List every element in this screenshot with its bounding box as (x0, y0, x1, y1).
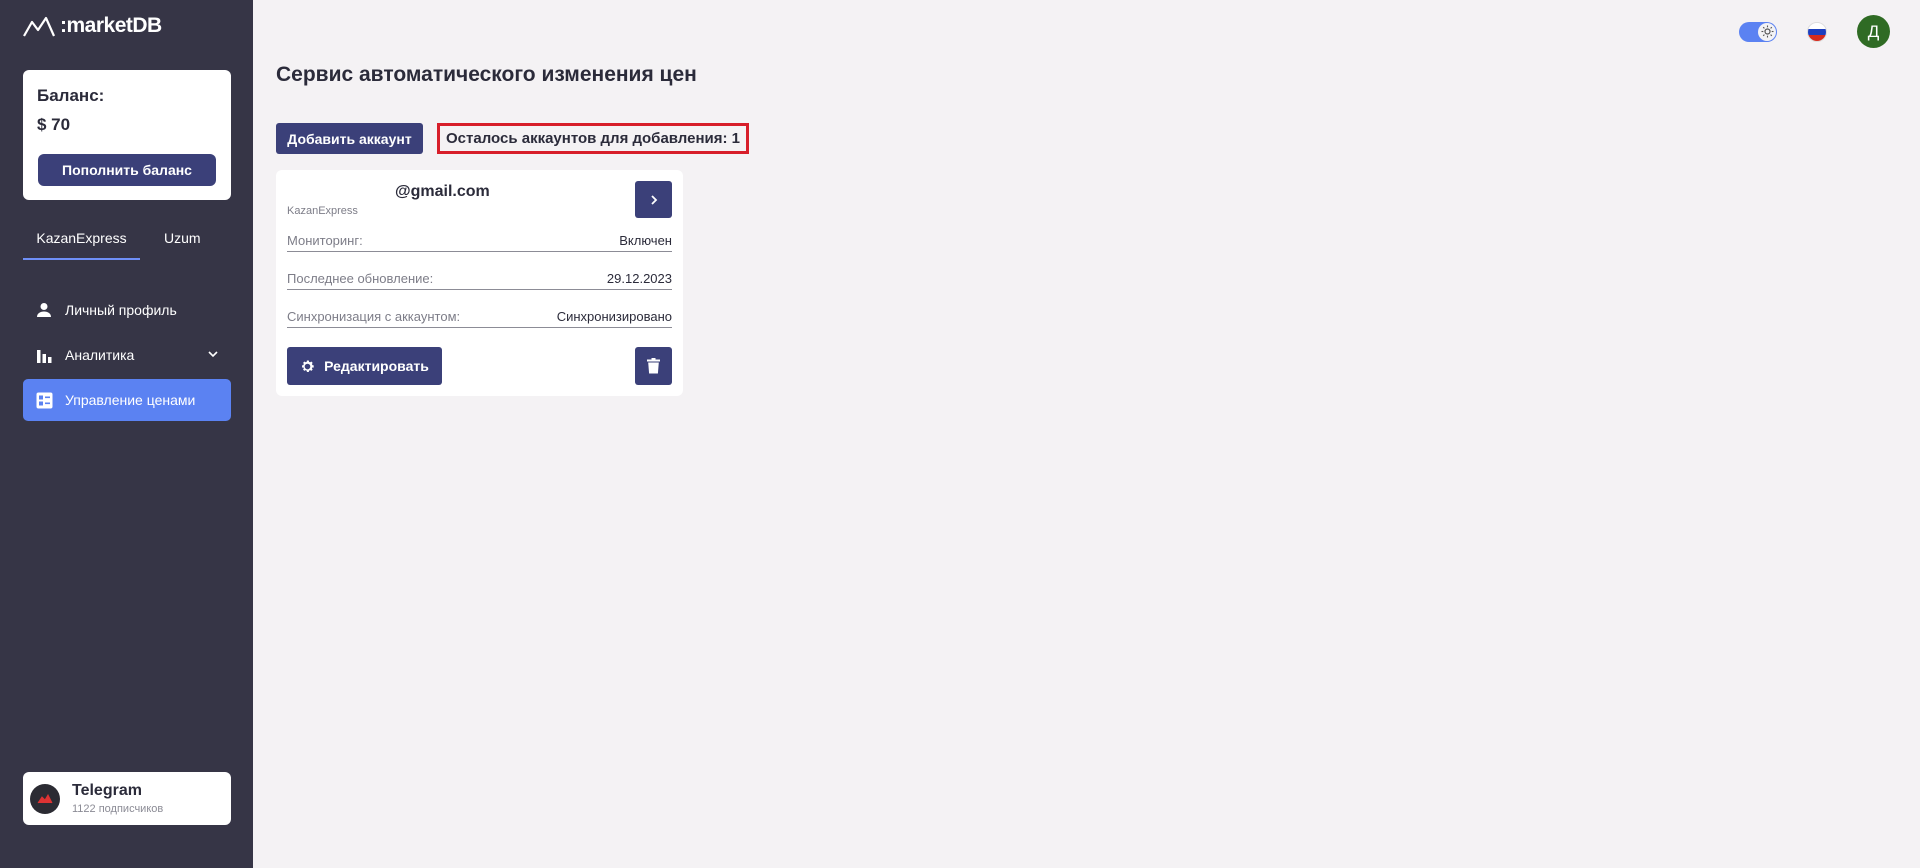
logo-text: :marketDB (60, 14, 162, 37)
remaining-accounts-notice: Осталось аккаунтов для добавления: 1 (437, 123, 750, 154)
telegram-subscribers: 1122 подписчиков (72, 803, 164, 815)
sidebar-item-label: Управление ценами (65, 392, 196, 408)
moon-icon (1743, 25, 1756, 43)
user-icon (35, 301, 53, 319)
balance-label: Баланс: (37, 86, 105, 105)
topbar-icons: Д (1739, 15, 1890, 48)
monitoring-label: Мониторинг: (287, 233, 363, 248)
monitoring-value: Включен (619, 233, 672, 248)
open-account-button[interactable] (635, 181, 672, 218)
avatar[interactable]: Д (1857, 15, 1890, 48)
bar-chart-icon (35, 346, 53, 364)
balance-card: Баланс: $ 70 Пополнить баланс (23, 70, 231, 200)
sidebar-item-label: Аналитика (65, 347, 135, 363)
page-title: Сервис автоматического изменения цен (276, 63, 697, 86)
tab-uzum[interactable]: Uzum (150, 222, 215, 260)
sidebar: :marketDB Баланс: $ 70 Пополнить баланс … (0, 0, 253, 868)
gear-icon (302, 360, 314, 372)
sidebar-item-label: Личный профиль (65, 302, 177, 318)
sidebar-item-analytics[interactable]: Аналитика (23, 334, 231, 376)
account-card: @gmail.com KazanExpress Мониторинг: Вклю… (276, 170, 683, 396)
last-update-row: Последнее обновление: 29.12.2023 (287, 266, 672, 290)
trash-icon (647, 358, 660, 374)
topup-balance-button[interactable]: Пополнить баланс (38, 154, 216, 186)
chevron-right-icon (650, 194, 657, 205)
russian-flag-icon[interactable] (1807, 21, 1827, 42)
sidebar-item-profile[interactable]: Личный профиль (23, 289, 231, 331)
account-market: KazanExpress (287, 205, 358, 217)
sidebar-item-price-management[interactable]: Управление ценами (23, 379, 231, 421)
monitoring-row: Мониторинг: Включен (287, 228, 672, 252)
market-tabs: KazanExpress Uzum (23, 222, 231, 260)
edit-account-button[interactable]: Редактировать (287, 347, 442, 385)
logo[interactable]: :marketDB (22, 14, 162, 38)
chevron-down-icon[interactable] (207, 347, 219, 363)
sync-label: Синхронизация с аккаунтом: (287, 309, 461, 324)
sync-row: Синхронизация с аккаунтом: Синхронизиров… (287, 304, 672, 328)
delete-account-button[interactable] (635, 347, 672, 385)
telegram-card[interactable]: Telegram 1122 подписчиков (23, 772, 231, 825)
mountain-logo-icon (23, 16, 56, 37)
last-update-label: Последнее обновление: (287, 271, 434, 286)
sun-icon (1758, 22, 1776, 41)
last-update-value: 29.12.2023 (606, 271, 672, 286)
edit-button-label: Редактировать (324, 358, 429, 374)
price-list-icon (35, 391, 53, 409)
balance-value: $ 70 (37, 115, 71, 134)
telegram-channel-logo-icon (30, 783, 60, 814)
add-account-button[interactable]: Добавить аккаунт (276, 123, 423, 154)
theme-toggle[interactable] (1739, 21, 1777, 43)
telegram-title: Telegram (72, 782, 142, 799)
sync-value: Синхронизировано (556, 309, 672, 324)
tab-kazanexpress[interactable]: KazanExpress (23, 222, 140, 260)
account-email: @gmail.com (395, 183, 490, 200)
sidebar-nav: Личный профиль Аналитика Управление цена… (23, 289, 231, 424)
